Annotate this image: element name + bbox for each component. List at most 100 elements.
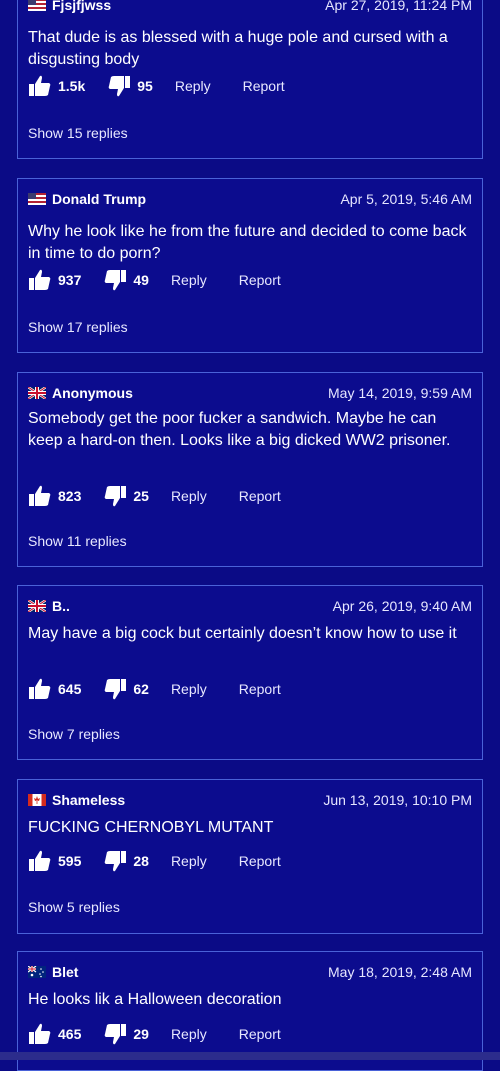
dislike-count: 25 [133, 488, 149, 504]
like-button[interactable]: 465 [28, 1023, 81, 1045]
dislike-count: 29 [133, 1026, 149, 1042]
username[interactable]: Shameless [52, 792, 125, 808]
comment-text: Why he look like he from the future and … [28, 223, 467, 262]
report-button[interactable]: Report [239, 1026, 281, 1042]
thumbs-down-icon [105, 851, 127, 872]
show-replies-link[interactable]: Show 11 replies [28, 533, 127, 549]
comment-user[interactable]: Donald Trump [28, 191, 146, 207]
thumbs-up-icon [29, 75, 51, 96]
username[interactable]: Fjsjfjwss [52, 0, 111, 13]
like-count: 645 [58, 681, 82, 697]
comment-header: Donald Trump Apr 5, 2019, 5:46 AM [28, 189, 472, 209]
comment-date: May 14, 2019, 9:59 AM [328, 385, 472, 401]
comment-actions: 1.5k 95 Reply Report [28, 73, 317, 99]
comment-actions: 823 25 Reply Report [28, 483, 313, 509]
comment-header: Anonymous May 14, 2019, 9:59 AM [28, 383, 472, 403]
comment-user[interactable]: Anonymous [28, 385, 133, 401]
username[interactable]: B.. [52, 598, 70, 614]
thumbs-down-icon [105, 270, 127, 291]
username[interactable]: Blet [52, 964, 78, 980]
like-button[interactable]: 937 [28, 269, 81, 291]
comment-header: Shameless Jun 13, 2019, 10:10 PM [28, 790, 472, 810]
like-count: 1.5k [58, 78, 86, 94]
thumbs-down-icon [105, 486, 127, 507]
like-button[interactable]: 1.5k [28, 75, 85, 97]
comment-date: Apr 26, 2019, 9:40 AM [332, 598, 472, 614]
dislike-button[interactable]: 28 [103, 850, 149, 872]
us-flag-icon [28, 193, 46, 205]
canada-flag-icon [28, 794, 46, 806]
username[interactable]: Anonymous [52, 385, 133, 401]
comment-text: May have a big cock but certainly doesn’… [28, 625, 457, 642]
comment-card: Fjsjfjwss Apr 27, 2019, 11:24 PM That du… [17, 0, 483, 159]
reply-button[interactable]: Reply [171, 272, 207, 288]
thumbs-up-icon [29, 678, 51, 699]
comment-header: Fjsjfjwss Apr 27, 2019, 11:24 PM [28, 0, 472, 15]
australia-flag-icon [28, 966, 46, 978]
comment-actions: 465 29 Reply Report [28, 1021, 313, 1047]
comment-card: Anonymous May 14, 2019, 9:59 AM Somebody… [17, 372, 483, 567]
like-button[interactable]: 645 [28, 678, 81, 700]
comment-text: That dude is as blessed with a huge pole… [28, 29, 448, 68]
thumbs-up-icon [29, 1023, 51, 1044]
thumbs-down-icon [108, 76, 131, 97]
comment-card: Shameless Jun 13, 2019, 10:10 PM FUCKING… [17, 779, 483, 934]
comment-header: Blet May 18, 2019, 2:48 AM [28, 962, 472, 982]
dislike-count: 95 [137, 78, 153, 94]
reply-button[interactable]: Reply [171, 681, 207, 697]
show-replies-link[interactable]: Show 7 replies [28, 726, 120, 742]
thumbs-down-icon [105, 679, 127, 700]
like-count: 823 [58, 488, 82, 504]
bottom-bar [0, 1052, 500, 1060]
comment-card: Donald Trump Apr 5, 2019, 5:46 AM Why he… [17, 178, 483, 353]
like-count: 465 [58, 1026, 82, 1042]
show-replies-link[interactable]: Show 5 replies [28, 899, 120, 915]
comment-date: Apr 27, 2019, 11:24 PM [325, 0, 472, 13]
us-flag-icon [28, 0, 46, 11]
show-replies-link[interactable]: Show 17 replies [28, 319, 128, 335]
dislike-button[interactable]: 62 [103, 678, 149, 700]
show-replies-link[interactable]: Show 15 replies [28, 125, 128, 141]
comment-text: He looks lik a Halloween decoration [28, 991, 282, 1008]
comment-date: May 18, 2019, 2:48 AM [328, 964, 472, 980]
reply-button[interactable]: Reply [171, 488, 207, 504]
dislike-count: 49 [133, 272, 149, 288]
reply-button[interactable]: Reply [175, 78, 211, 94]
like-button[interactable]: 823 [28, 485, 81, 507]
username[interactable]: Donald Trump [52, 191, 146, 207]
report-button[interactable]: Report [239, 272, 281, 288]
comment-user[interactable]: Shameless [28, 792, 125, 808]
thumbs-up-icon [29, 850, 51, 871]
comment-text: FUCKING CHERNOBYL MUTANT [28, 819, 274, 836]
uk-flag-icon [28, 387, 46, 399]
report-button[interactable]: Report [239, 681, 281, 697]
uk-flag-icon [28, 600, 46, 612]
comment-actions: 937 49 Reply Report [28, 267, 313, 293]
report-button[interactable]: Report [239, 488, 281, 504]
dislike-count: 62 [133, 681, 149, 697]
comment-user[interactable]: Blet [28, 964, 78, 980]
comment-user[interactable]: B.. [28, 598, 70, 614]
dislike-count: 28 [133, 853, 149, 869]
comment-card: B.. Apr 26, 2019, 9:40 AM May have a big… [17, 585, 483, 760]
thumbs-up-icon [29, 485, 51, 506]
thumbs-down-icon [105, 1024, 127, 1045]
dislike-button[interactable]: 49 [103, 269, 149, 291]
comment-text: Somebody get the poor fucker a sandwich.… [28, 410, 451, 449]
reply-button[interactable]: Reply [171, 1026, 207, 1042]
dislike-button[interactable]: 95 [107, 75, 153, 97]
like-count: 937 [58, 272, 82, 288]
dislike-button[interactable]: 29 [103, 1023, 149, 1045]
thumbs-up-icon [29, 269, 51, 290]
comment-date: Apr 5, 2019, 5:46 AM [340, 191, 472, 207]
dislike-button[interactable]: 25 [103, 485, 149, 507]
like-button[interactable]: 595 [28, 850, 81, 872]
comment-header: B.. Apr 26, 2019, 9:40 AM [28, 596, 472, 616]
report-button[interactable]: Report [243, 78, 285, 94]
comment-actions: 645 62 Reply Report [28, 676, 313, 702]
like-count: 595 [58, 853, 82, 869]
reply-button[interactable]: Reply [171, 853, 207, 869]
comment-actions: 595 28 Reply Report [28, 848, 313, 874]
report-button[interactable]: Report [239, 853, 281, 869]
comment-user[interactable]: Fjsjfjwss [28, 0, 111, 13]
